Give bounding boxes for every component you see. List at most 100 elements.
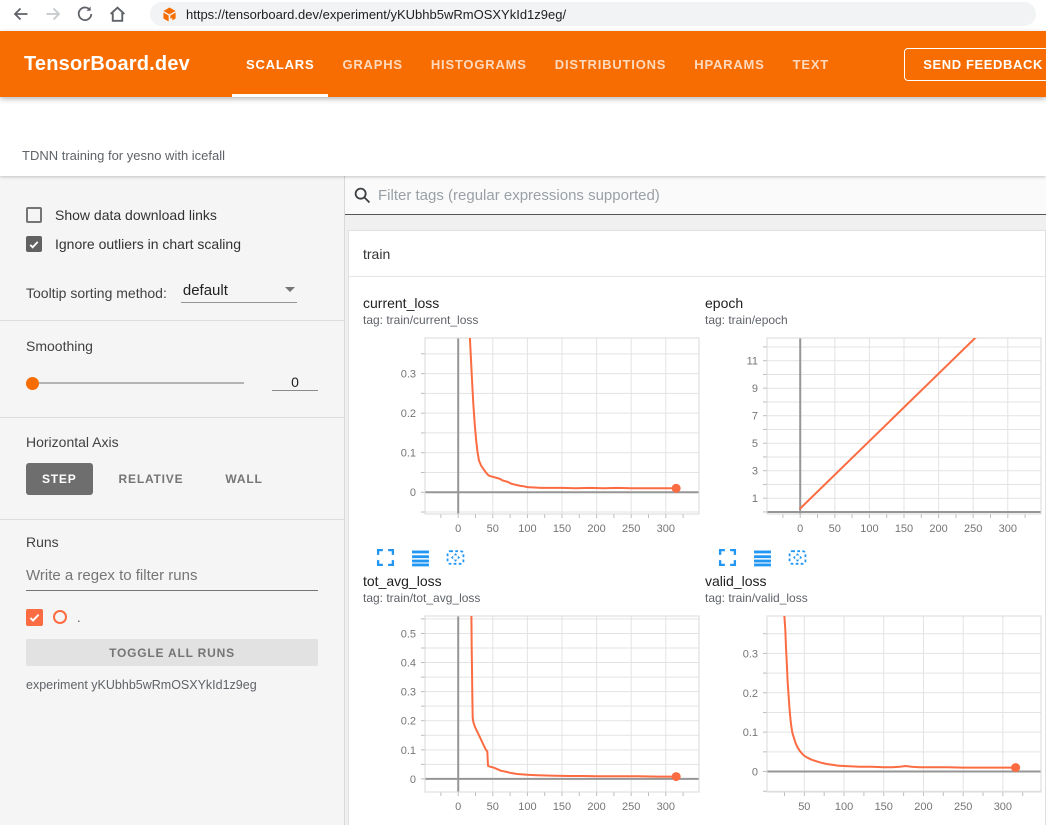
svg-text:0.2: 0.2 xyxy=(401,716,416,728)
svg-text:150: 150 xyxy=(875,801,893,813)
tag-group-header[interactable]: train xyxy=(349,231,1045,277)
horizontal-axis-label: Horizontal Axis xyxy=(26,434,318,450)
experiment-caption: experiment yKUbhb5wRmOSXYkId1z9eg xyxy=(26,678,318,692)
search-icon xyxy=(353,186,371,204)
svg-text:0.1: 0.1 xyxy=(401,448,416,460)
line-chart[interactable]: 00.10.20.350100150200250300 xyxy=(705,614,1043,816)
home-icon[interactable] xyxy=(102,1,132,27)
svg-text:200: 200 xyxy=(587,801,605,813)
axis-wall-button[interactable]: WALL xyxy=(209,463,278,495)
svg-text:150: 150 xyxy=(553,801,571,813)
chart-tag: tag: train/tot_avg_loss xyxy=(363,591,703,605)
line-chart[interactable]: 00.10.20.30.40.5050100150200250300 xyxy=(363,614,701,816)
log-scale-toggle-icon[interactable] xyxy=(411,548,430,567)
chart-toolbar xyxy=(705,548,1045,567)
svg-text:300: 300 xyxy=(657,801,675,813)
axis-step-button[interactable]: STEP xyxy=(26,463,93,495)
experiment-title: TDNN training for yesno with icefall xyxy=(22,148,225,163)
tab-distributions[interactable]: DISTRIBUTIONS xyxy=(541,31,681,97)
app-title: TensorBoard.dev xyxy=(24,53,190,76)
fit-domain-icon[interactable] xyxy=(446,548,465,567)
content: Show data download links Ignore outliers … xyxy=(0,176,1046,825)
svg-text:0.1: 0.1 xyxy=(743,727,758,739)
svg-text:300: 300 xyxy=(657,523,675,535)
nav-tabs: SCALARS GRAPHS HISTOGRAMS DISTRIBUTIONS HPAR… xyxy=(232,31,843,97)
svg-text:50: 50 xyxy=(798,801,810,813)
tab-graphs[interactable]: GRAPHS xyxy=(328,31,416,97)
general-settings-section: Show data download links Ignore outliers … xyxy=(0,176,344,320)
run-row[interactable]: . xyxy=(26,606,318,628)
svg-text:0: 0 xyxy=(752,767,758,779)
tab-label: DISTRIBUTIONS xyxy=(555,57,667,72)
svg-text:200: 200 xyxy=(587,523,605,535)
back-icon[interactable] xyxy=(6,1,36,27)
chart-block: tot_avg_losstag: train/tot_avg_loss00.10… xyxy=(363,573,703,825)
smoothing-label: Smoothing xyxy=(26,338,318,354)
line-chart[interactable]: 00.10.20.3050100150200250300 xyxy=(363,336,701,538)
smoothing-section: Smoothing xyxy=(0,320,344,417)
url-bar[interactable]: https://tensorboard.dev/experiment/yKUbh… xyxy=(150,2,1036,26)
svg-text:0: 0 xyxy=(455,801,461,813)
svg-text:7: 7 xyxy=(752,411,758,423)
tab-histograms[interactable]: HISTOGRAMS xyxy=(417,31,541,97)
fit-domain-icon[interactable] xyxy=(788,548,807,567)
url-text: https://tensorboard.dev/experiment/yKUbh… xyxy=(186,7,566,22)
filter-tags-input[interactable] xyxy=(378,187,1046,204)
tab-label: SCALARS xyxy=(246,57,314,72)
runs-filter-input[interactable] xyxy=(26,565,318,591)
line-chart[interactable]: 1357911050100150200250300 xyxy=(705,336,1043,538)
run-checkbox[interactable] xyxy=(26,609,43,626)
chart-block: current_loss tag: train/current_loss 0 0.1 0… xyxy=(363,295,703,567)
log-scale-toggle-icon[interactable] xyxy=(753,548,772,567)
svg-text:0: 0 xyxy=(797,523,803,535)
chart-block: valid_losstag: train/valid_loss00.10.20.… xyxy=(705,573,1045,825)
axis-relative-button[interactable]: RELATIVE xyxy=(103,463,200,495)
svg-text:0: 0 xyxy=(410,487,416,499)
chart-tag: tag: train/current_loss xyxy=(363,313,703,327)
filter-tags-row xyxy=(345,176,1046,215)
unchecked-checkbox[interactable] xyxy=(26,207,42,223)
checked-checkbox[interactable] xyxy=(26,236,42,252)
svg-text:50: 50 xyxy=(829,523,841,535)
reload-icon[interactable] xyxy=(70,1,100,27)
svg-text:0.4: 0.4 xyxy=(401,658,416,670)
svg-text:200: 200 xyxy=(914,801,932,813)
smoothing-slider[interactable] xyxy=(26,376,244,390)
toggle-all-runs-button[interactable]: TOGGLE ALL RUNS xyxy=(26,639,318,666)
svg-text:50: 50 xyxy=(487,523,499,535)
slider-track xyxy=(26,382,244,384)
forward-icon[interactable] xyxy=(38,1,68,27)
smoothing-row xyxy=(26,374,318,391)
checkbox-label: Ignore outliers in chart scaling xyxy=(55,236,241,252)
tab-scalars[interactable]: SCALARS xyxy=(232,31,328,97)
axis-options: STEP RELATIVE WALL xyxy=(26,463,318,495)
svg-text:50: 50 xyxy=(487,801,499,813)
svg-text:0.1: 0.1 xyxy=(401,745,416,757)
app-header: TensorBoard.dev SCALARS GRAPHS HISTOGRAMS D… xyxy=(0,31,1046,97)
svg-text:0: 0 xyxy=(455,523,461,535)
tab-hparams[interactable]: HPARAMS xyxy=(680,31,778,97)
run-color-swatch xyxy=(53,610,67,624)
svg-text:0.3: 0.3 xyxy=(401,687,416,699)
smoothing-value-input[interactable] xyxy=(272,374,318,391)
tab-text[interactable]: TEXT xyxy=(779,31,843,97)
tab-label: HISTOGRAMS xyxy=(431,57,527,72)
tag-group-label: train xyxy=(363,246,390,262)
tooltip-sorting-dropdown[interactable]: default xyxy=(181,282,297,303)
runs-section: Runs . TOGGLE ALL RUNS experiment yKUbhb… xyxy=(0,519,344,692)
expand-chart-icon[interactable] xyxy=(376,548,395,567)
settings-checkbox-row[interactable]: Show data download links xyxy=(26,204,318,226)
svg-text:150: 150 xyxy=(895,523,913,535)
chart-toolbar xyxy=(363,548,703,567)
settings-checkbox-row[interactable]: Ignore outliers in chart scaling xyxy=(26,233,318,255)
svg-text:0.2: 0.2 xyxy=(401,408,416,420)
send-feedback-button[interactable]: SEND FEEDBACK xyxy=(904,48,1046,81)
chart-tag: tag: train/epoch xyxy=(705,313,1045,327)
svg-text:250: 250 xyxy=(622,801,640,813)
chart-title: current_loss xyxy=(363,295,703,311)
sidebar-checkbox-list: Show data download links Ignore outliers … xyxy=(26,204,318,255)
slider-thumb[interactable] xyxy=(26,377,39,390)
tab-label: HPARAMS xyxy=(694,57,764,72)
expand-chart-icon[interactable] xyxy=(718,548,737,567)
page: https://tensorboard.dev/experiment/yKUbh… xyxy=(0,0,1046,825)
